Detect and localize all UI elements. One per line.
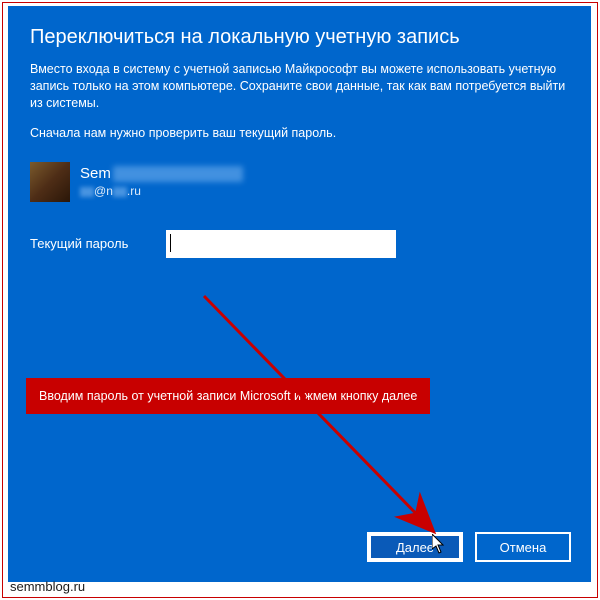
text-caret [170, 234, 171, 252]
dialog-description-2: Сначала нам нужно проверить ваш текущий … [30, 126, 569, 140]
dialog-description: Вместо входа в систему с учетной записью… [30, 61, 569, 112]
redacted-email-2 [113, 187, 127, 197]
avatar [30, 162, 70, 202]
user-info: Sem @n.ru [30, 162, 569, 202]
user-name: Sem [80, 165, 243, 182]
cancel-button[interactable]: Отмена [475, 532, 571, 562]
redacted-email-1 [80, 187, 94, 197]
next-button[interactable]: Далее [367, 532, 463, 562]
dialog-title: Переключиться на локальную учетную запис… [30, 26, 569, 49]
annotation-callout: Вводим пароль от учетной записи Microsof… [26, 378, 430, 414]
password-label: Текущий пароль [30, 236, 148, 251]
user-email: @n.ru [80, 184, 243, 198]
dialog-buttons: Далее Отмена [367, 532, 571, 562]
local-account-dialog: Переключиться на локальную учетную запис… [8, 6, 591, 582]
password-row: Текущий пароль [30, 230, 569, 258]
redacted-name [113, 166, 243, 182]
user-name-prefix: Sem [80, 165, 111, 182]
password-input[interactable] [166, 230, 396, 258]
watermark: semmblog.ru [10, 579, 85, 594]
